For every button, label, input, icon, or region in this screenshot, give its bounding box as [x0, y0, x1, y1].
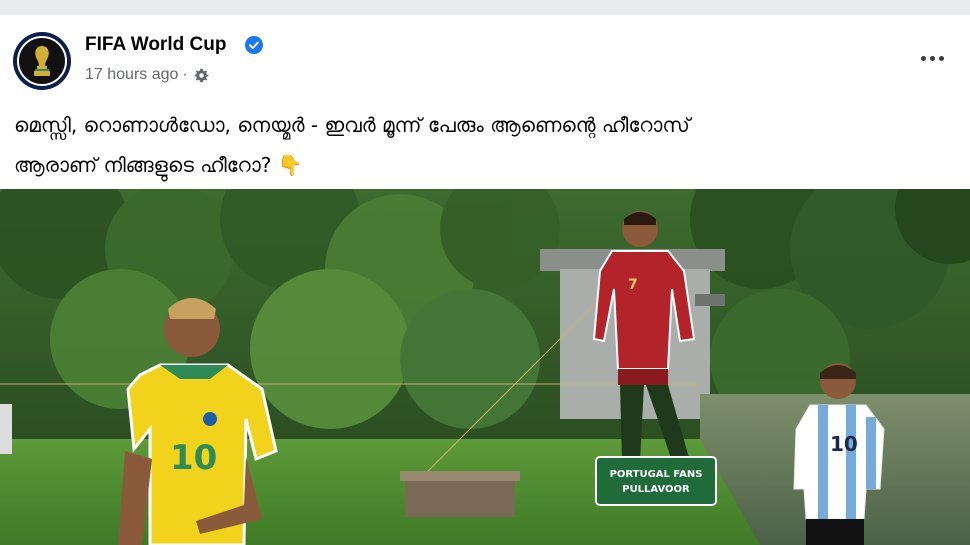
post-timestamp[interactable]: 17 hours ago: [85, 66, 178, 84]
verified-badge-icon: [245, 36, 263, 54]
post-text-line-1: മെസ്സി, റൊണാൾഡോ, നെയ്മർ - ഇവർ മൂന്ന് പേര…: [14, 113, 690, 137]
portugal-fans-sign: PORTUGAL FANS PULLAVOOR: [595, 456, 717, 506]
page-name[interactable]: FIFA World Cup: [85, 34, 226, 56]
sign-line-1: PORTUGAL FANS: [610, 469, 703, 480]
portugal-shirt-number: 7: [628, 277, 638, 293]
post-text-question: ആരാണ് നിങ്ങളുടെ ഹീറോ?: [14, 153, 272, 177]
gear-icon[interactable]: [194, 68, 209, 83]
brazil-shirt-number: 10: [170, 438, 217, 478]
stone-well: [405, 477, 515, 517]
post-meta: 17 hours ago ·: [85, 66, 209, 84]
page-avatar[interactable]: [13, 32, 71, 90]
post-text-line-2: ആരാണ് നിങ്ങളുടെ ഹീറോ? 👇: [14, 145, 954, 185]
post-text: മെസ്സി, റൊണാൾഡോ, നെയ്മർ - ഇവർ മൂന്ന് പേര…: [14, 105, 954, 185]
post-card: FIFA World Cup 17 hours ago · മെസ്സി, റൊ…: [0, 15, 970, 545]
post-photo[interactable]: 10 7 PORTUGAL FANS PULLAVOOR 10: [0, 189, 970, 545]
sign-line-2: PULLAVOOR: [622, 484, 690, 495]
pointing-down-emoji: 👇: [277, 153, 303, 177]
argentina-shirt-number: 10: [830, 432, 858, 456]
fifa-logo-icon: [17, 36, 67, 86]
meta-separator: ·: [182, 66, 188, 83]
post-header: FIFA World Cup 17 hours ago ·: [0, 15, 970, 105]
more-options-icon[interactable]: [915, 47, 949, 69]
